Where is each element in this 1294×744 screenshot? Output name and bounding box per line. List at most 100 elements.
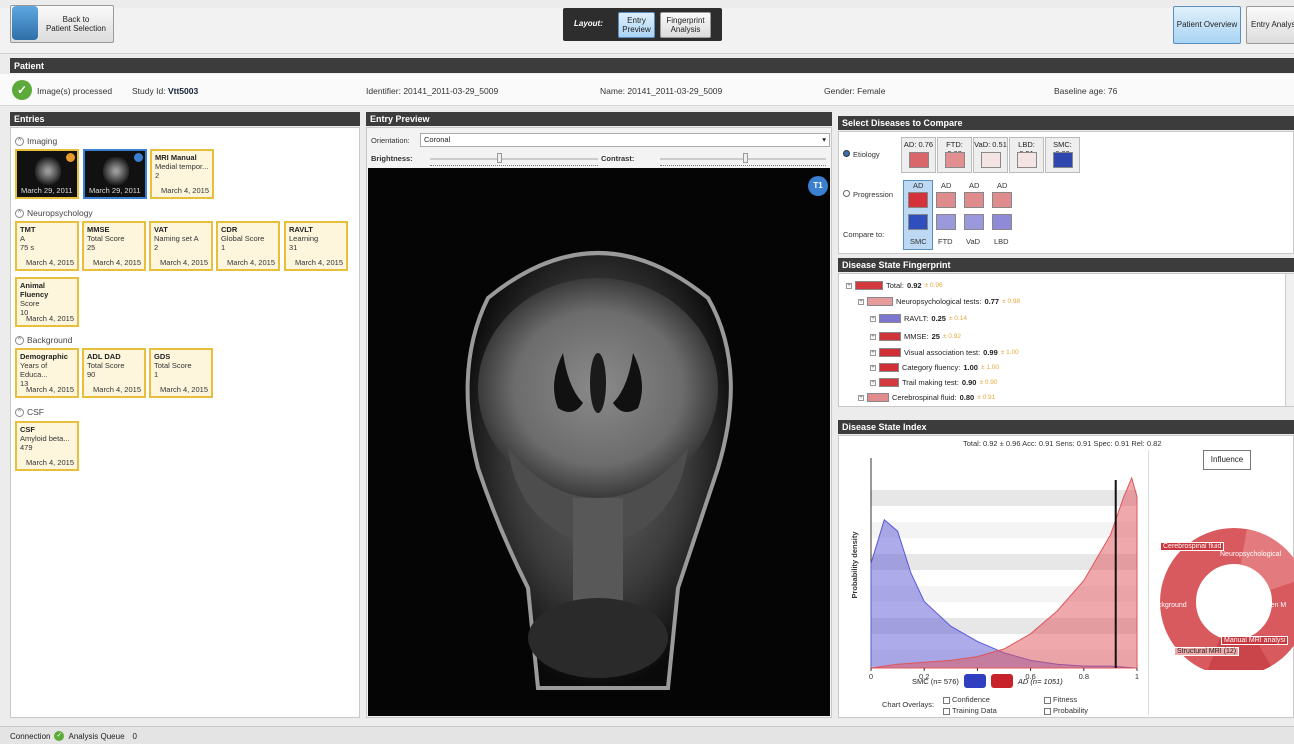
- fingerprint-row[interactable]: + RAVLT: 0.25 ± 0.14: [870, 314, 967, 323]
- ring-label[interactable]: Neuropsychological: [1218, 551, 1283, 558]
- entry-tile[interactable]: CSF Amyloid beta... 479 March 4, 2015: [15, 421, 79, 471]
- expand-icon[interactable]: +: [870, 379, 876, 386]
- influence-button[interactable]: Influence: [1203, 450, 1251, 470]
- fingerprint-row[interactable]: + MMSE: 25 ± 0.92: [870, 332, 961, 341]
- compare-bottom-label: VaD: [966, 237, 981, 246]
- entry-preview-layout-button[interactable]: Entry Preview: [618, 12, 655, 38]
- expand-icon[interactable]: +: [870, 333, 876, 340]
- compare-top-swatch[interactable]: [964, 192, 984, 208]
- fingerprint-bar: [867, 393, 889, 402]
- x-tick-label: 1: [1135, 672, 1139, 680]
- expand-icon[interactable]: +: [858, 298, 864, 305]
- patient-name: Name: 20141_2011-03-29_5009: [600, 86, 723, 96]
- fingerprint-scrollbar[interactable]: [1285, 274, 1294, 406]
- group-imaging[interactable]: ^ Imaging: [15, 136, 57, 146]
- compare-top-swatch[interactable]: [936, 192, 956, 208]
- compare-bottom-swatch[interactable]: [964, 214, 984, 230]
- legend-smc-swatch[interactable]: [963, 674, 986, 688]
- mri-thumbnail[interactable]: March 29, 2011: [15, 149, 79, 199]
- patient-header: Patient: [10, 58, 1294, 73]
- sequence-badge[interactable]: T1: [808, 176, 828, 196]
- etiology-cell[interactable]: LBD: 0.51: [1009, 137, 1044, 173]
- patient-overview-button[interactable]: Patient Overview: [1173, 6, 1241, 44]
- compare-header: Select Diseases to Compare: [838, 116, 1294, 130]
- expand-icon[interactable]: +: [870, 349, 876, 356]
- compare-top-label: AD: [997, 181, 1008, 190]
- fingerprint-spread: ± 1.00: [980, 364, 1000, 371]
- entry-tile[interactable]: RAVLT Learning 31 March 4, 2015: [284, 221, 348, 271]
- fingerprint-label: Total:: [886, 281, 904, 290]
- status-badge: [66, 153, 75, 162]
- overlay-probability-checkbox[interactable]: Probability: [1044, 706, 1088, 715]
- entry-tile[interactable]: MRI Manual Medial tempor... 2 March 4, 2015: [150, 149, 214, 199]
- ring-label[interactable]: ackground: [1152, 602, 1189, 609]
- collapse-icon: ^: [15, 208, 24, 218]
- entry-tile[interactable]: GDS Total Score 1 March 4, 2015: [149, 348, 213, 398]
- fingerprint-bar: [855, 281, 883, 290]
- fingerprint-bar: [879, 348, 901, 357]
- x-tick-label: 0: [869, 672, 873, 680]
- legend-smc: SMC (n= 576): [912, 676, 959, 686]
- brightness-slider-handle[interactable]: [497, 153, 503, 163]
- ring-label[interactable]: Manual MRI analysi: [1221, 636, 1289, 645]
- fingerprint-header: Disease State Fingerprint: [838, 258, 1294, 272]
- compare-top-swatch[interactable]: [908, 192, 928, 208]
- entry-analysis-button[interactable]: Entry Analys: [1246, 6, 1294, 44]
- expand-icon[interactable]: +: [858, 394, 864, 401]
- progression-radio[interactable]: Progression: [843, 190, 893, 199]
- expand-icon[interactable]: +: [870, 315, 876, 322]
- orientation-select[interactable]: Coronal ▾: [420, 133, 830, 147]
- fingerprint-spread: ± 0.98: [1002, 298, 1021, 305]
- fingerprint-row[interactable]: + Neuropsychological tests: 0.77 ± 0.98: [858, 297, 1020, 306]
- check-icon: ✓: [12, 80, 32, 100]
- etiology-cell[interactable]: AD: 0.76: [901, 137, 936, 173]
- entry-tile[interactable]: Animal Fluency Score 10 March 4, 2015: [15, 277, 79, 327]
- ring-label[interactable]: Structural MRI (12): [1174, 647, 1240, 656]
- group-csf[interactable]: ^ CSF: [15, 407, 44, 417]
- fingerprint-spread: ± 0.91: [977, 394, 996, 401]
- brightness-slider[interactable]: [430, 158, 598, 160]
- fingerprint-value: 0.99: [983, 348, 998, 357]
- entry-tile[interactable]: Demographic Years of Educa... 13 March 4, 2…: [15, 348, 79, 398]
- etiology-cell[interactable]: VaD: 0.51: [973, 137, 1008, 173]
- fingerprint-value: 0.25: [931, 314, 946, 323]
- compare-bottom-label: FTD: [938, 237, 953, 246]
- mri-thumbnail[interactable]: March 29, 2011: [83, 149, 147, 199]
- chevron-down-icon: ▾: [822, 135, 826, 144]
- entry-tile[interactable]: VAT Naming set A 2 March 4, 2015: [149, 221, 213, 271]
- fingerprint-value: 0.80: [959, 393, 975, 402]
- mri-viewer[interactable]: T1: [368, 168, 830, 716]
- etiology-cell[interactable]: FTD: 0.68: [937, 137, 972, 173]
- compare-bottom-swatch[interactable]: [908, 214, 928, 230]
- fingerprint-value: 0.90: [961, 378, 977, 387]
- group-background[interactable]: ^ Background: [15, 335, 72, 345]
- entry-tile[interactable]: MMSE Total Score 25 March 4, 2015: [82, 221, 146, 271]
- fingerprint-analysis-layout-button[interactable]: Fingerprint Analysis: [660, 12, 711, 38]
- entry-tile[interactable]: ADL DAD Total Score 90 March 4, 2015: [82, 348, 146, 398]
- x-tick-label: 0.8: [1079, 672, 1089, 680]
- entries-header: Entries: [10, 112, 360, 126]
- ring-label[interactable]: Cerebrospinal fluid: [1160, 542, 1225, 551]
- compare-bottom-swatch[interactable]: [992, 214, 1012, 230]
- fingerprint-row[interactable]: + Cerebrospinal fluid: 0.80 ± 0.91: [858, 393, 995, 402]
- fingerprint-row[interactable]: + Visual association test: 0.99 ± 1.00: [870, 348, 1019, 357]
- etiology-radio[interactable]: Etiology: [843, 150, 880, 159]
- expand-icon[interactable]: +: [846, 282, 852, 289]
- fingerprint-row[interactable]: + Total: 0.92 ± 0.96: [846, 281, 943, 290]
- status-bar: [0, 726, 1294, 744]
- etiology-cell[interactable]: SMC: 0.09: [1045, 137, 1080, 173]
- compare-top-swatch[interactable]: [992, 192, 1012, 208]
- overlay-fitness-checkbox[interactable]: Fitness: [1044, 695, 1077, 704]
- overlay-training-data-checkbox[interactable]: Training Data: [943, 706, 997, 715]
- overlay-confidence-checkbox[interactable]: Confidence: [943, 695, 990, 704]
- fingerprint-row[interactable]: + Category fluency: 1.00 ± 1.00: [870, 363, 999, 372]
- fingerprint-row[interactable]: + Trail making test: 0.90 ± 0.90: [870, 378, 997, 387]
- entry-tile[interactable]: TMT A 75 s March 4, 2015: [15, 221, 79, 271]
- legend-ad-swatch[interactable]: [990, 674, 1013, 688]
- contrast-slider-handle[interactable]: [743, 153, 748, 163]
- entry-tile[interactable]: CDR Global Score 1 March 4, 2015: [216, 221, 280, 271]
- group-neuropsychology[interactable]: ^ Neuropsychology: [15, 208, 93, 218]
- ring-label[interactable]: Vascular burden M: [1226, 602, 1288, 609]
- expand-icon[interactable]: +: [870, 364, 876, 371]
- compare-bottom-swatch[interactable]: [936, 214, 956, 230]
